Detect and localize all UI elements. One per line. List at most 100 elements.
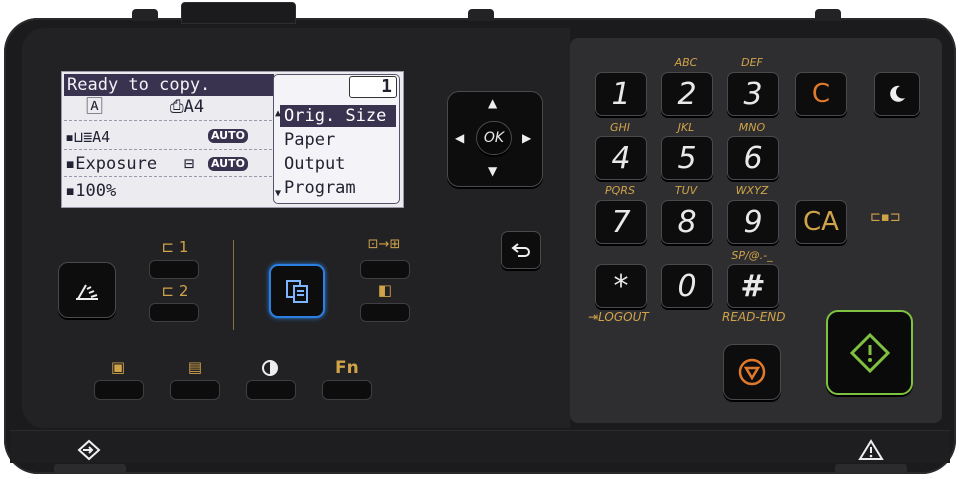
- tray-select-icon: ⊏: [161, 282, 175, 300]
- gold-divider: [233, 240, 234, 330]
- logout-text: LOGOUT: [598, 310, 649, 324]
- stop-icon: [738, 358, 766, 386]
- copy-icon: [286, 280, 308, 303]
- copy-button[interactable]: [269, 264, 325, 318]
- id-copy-button[interactable]: [94, 380, 144, 400]
- data-in-icon: [76, 438, 102, 462]
- paper-stack-icon: ≣: [83, 128, 93, 146]
- scan-button[interactable]: [58, 262, 116, 318]
- zoom-row: ▪100%: [65, 181, 117, 201]
- duplex-icon: ⊡→⊞: [367, 237, 401, 252]
- lcd-display: Ready to copy. 🄰 ⎙A4 ▪⊔≣A4 AUTO ▪Exposur…: [61, 71, 404, 208]
- key-2[interactable]: 2: [661, 72, 713, 116]
- left-arrow-button[interactable]: ◀: [455, 131, 464, 145]
- exposure-row: ▪Exposure: [65, 154, 158, 174]
- start-button[interactable]: [826, 310, 913, 395]
- sleep-icon: [890, 85, 905, 102]
- panel-tab-center: [181, 2, 296, 24]
- menu-item-program[interactable]: Program: [284, 177, 356, 199]
- feeder-icon: ⎙: [170, 97, 184, 117]
- panel-tab: [132, 9, 158, 21]
- key-8[interactable]: 8: [661, 200, 713, 244]
- back-icon: [511, 243, 530, 257]
- menu-item-output[interactable]: Output: [284, 153, 345, 175]
- key-7[interactable]: 7: [595, 200, 647, 244]
- tray2-label: ⊏ 2: [155, 282, 195, 300]
- tray1-label: ⊏ 1: [155, 238, 195, 256]
- down-arrow-button[interactable]: ▼: [488, 164, 497, 178]
- tray1-number: 1: [178, 238, 189, 256]
- lcd-divider: [64, 149, 272, 150]
- clear-all-button[interactable]: CA: [795, 200, 847, 244]
- original-size-value: A4: [183, 97, 205, 117]
- start-icon: [849, 332, 890, 373]
- key-8-sublabel: TUV: [674, 184, 698, 197]
- tray-icon: ⊔: [74, 128, 84, 146]
- stop-button[interactable]: [723, 344, 781, 400]
- paper-size-value: A4: [92, 128, 111, 146]
- panel-tab: [468, 9, 494, 21]
- bottom-indicator-strip: [10, 430, 950, 463]
- scroll-up-icon: ▲: [275, 108, 282, 119]
- up-arrow-button[interactable]: ▲: [488, 96, 497, 110]
- key-0[interactable]: 0: [661, 264, 713, 308]
- menu-item-paper[interactable]: Paper: [284, 129, 335, 151]
- key-hash[interactable]: #: [727, 264, 779, 308]
- key-7-sublabel: PQRS: [605, 184, 635, 197]
- sleep-button[interactable]: [874, 72, 920, 116]
- key-1[interactable]: 1: [595, 72, 647, 116]
- right-foot: [835, 464, 907, 474]
- warning-icon: [858, 438, 884, 462]
- left-foot: [54, 464, 126, 474]
- key-hash-sublabel: SP/@.-_: [731, 249, 773, 262]
- exposure-auto-badge: AUTO: [208, 157, 248, 171]
- staple-icon: ◧: [377, 281, 393, 299]
- key-5[interactable]: 5: [661, 136, 713, 180]
- ok-button[interactable]: OK: [476, 121, 512, 155]
- key-3[interactable]: 3: [727, 72, 779, 116]
- scroll-down-icon: ▼: [275, 188, 282, 199]
- key-9-sublabel: WXYZ: [735, 184, 769, 197]
- id-card-icon: ▣: [110, 358, 126, 376]
- logout-icon: ⇥: [588, 310, 599, 324]
- key-3-sublabel: DEF: [741, 56, 763, 69]
- key-6-sublabel: MNO: [738, 121, 766, 134]
- key-6[interactable]: 6: [727, 136, 779, 180]
- tray2-number: 2: [178, 282, 189, 300]
- program-icon: ▤: [187, 358, 203, 376]
- lcd-divider: [64, 120, 272, 121]
- key-2-sublabel: ABC: [674, 56, 698, 69]
- fn-button[interactable]: [322, 380, 372, 400]
- original-size-row: ⎙A4: [170, 96, 204, 118]
- copies-count: 1: [349, 76, 397, 98]
- contrast-icon: [261, 359, 279, 377]
- tray1-button[interactable]: [149, 260, 199, 279]
- original-doc-icon: 🄰: [86, 97, 103, 117]
- contrast-button[interactable]: [246, 380, 296, 400]
- read-end-label: READ-END: [722, 310, 786, 324]
- paper-row: ▪⊔≣A4: [65, 128, 111, 146]
- key-4[interactable]: 4: [595, 136, 647, 180]
- lcd-status-text: Ready to copy.: [64, 74, 274, 96]
- tray2-button[interactable]: [149, 303, 199, 322]
- tray-select-icon: ⊏: [161, 238, 175, 256]
- menu-item-orig-size[interactable]: Orig. Size: [284, 105, 386, 127]
- job-status-indicator-icon: ⊏▪⊐: [870, 210, 901, 225]
- paper-auto-badge: AUTO: [208, 129, 248, 143]
- logout-label: ⇥LOGOUT: [588, 310, 649, 324]
- back-button[interactable]: [501, 231, 541, 269]
- lcd-menu: 1 ▲ Orig. Size Paper Output Program ▼: [273, 74, 400, 204]
- exposure-mode-icon: ⊟: [184, 154, 195, 174]
- duplex-button[interactable]: [360, 260, 410, 279]
- key-asterisk[interactable]: *: [595, 264, 647, 308]
- finishing-button[interactable]: [360, 303, 410, 322]
- clear-button[interactable]: C: [795, 72, 847, 116]
- exposure-label: Exposure: [75, 154, 158, 174]
- key-9[interactable]: 9: [727, 200, 779, 244]
- zoom-value: 100%: [75, 181, 117, 201]
- fn-label: Fn: [335, 358, 359, 378]
- key-4-sublabel: GHI: [609, 121, 631, 134]
- right-arrow-button[interactable]: ▶: [522, 131, 531, 145]
- panel-tab: [815, 9, 841, 21]
- program-button[interactable]: [170, 380, 220, 400]
